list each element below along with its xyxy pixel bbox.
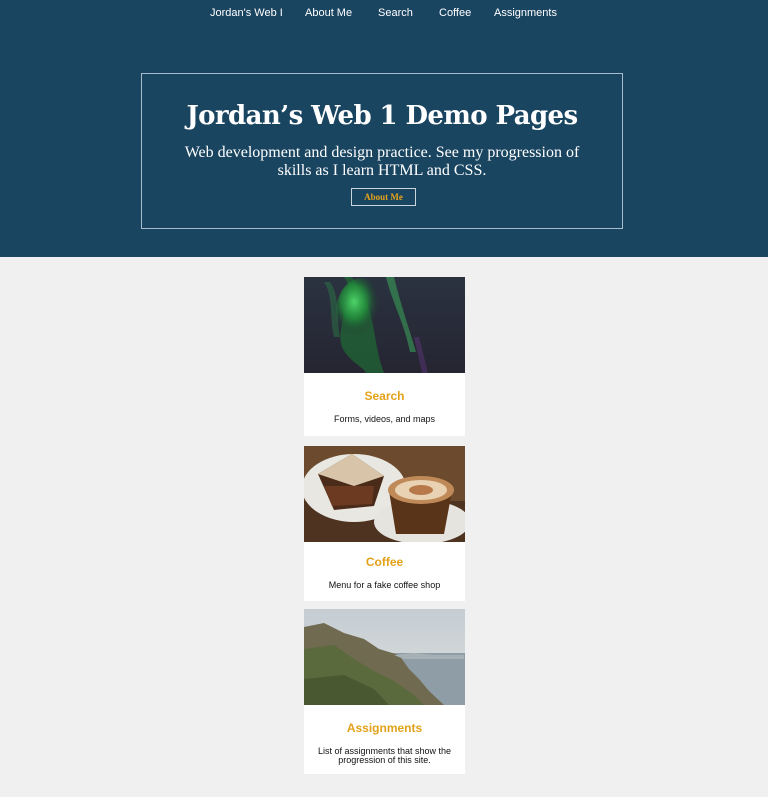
- card-search[interactable]: Search Forms, videos, and maps: [304, 277, 465, 436]
- hero-box: Jordan’s Web 1 Demo Pages Web developmen…: [141, 73, 623, 229]
- card-description: Menu for a fake coffee shop: [328, 580, 441, 590]
- nav-item-search[interactable]: Search: [378, 7, 413, 19]
- nav-item-coffee[interactable]: Coffee: [439, 7, 471, 19]
- hero-banner: Jordan's Web I About Me Search Coffee As…: [0, 0, 768, 257]
- latte-image: [304, 446, 465, 542]
- card-title[interactable]: Assignments: [304, 721, 465, 735]
- about-me-button[interactable]: About Me: [351, 188, 416, 206]
- nav-item-about-me[interactable]: About Me: [305, 7, 352, 19]
- nav-item-assignments[interactable]: Assignments: [494, 7, 557, 19]
- card-title[interactable]: Coffee: [304, 555, 465, 569]
- top-nav: Jordan's Web I About Me Search Coffee As…: [0, 7, 768, 21]
- hero-subtitle: Web development and design practice. See…: [184, 144, 580, 179]
- page-title: Jordan’s Web 1 Demo Pages: [186, 101, 578, 131]
- card-description: Forms, videos, and maps: [333, 414, 436, 424]
- aurora-image: [304, 277, 465, 373]
- coastline-image: [304, 609, 465, 705]
- card-assignments[interactable]: Assignments List of assignments that sho…: [304, 609, 465, 774]
- card-coffee[interactable]: Coffee Menu for a fake coffee shop: [304, 446, 465, 601]
- card-description: List of assignments that show the progre…: [317, 746, 452, 765]
- card-title[interactable]: Search: [304, 389, 465, 403]
- nav-item-home[interactable]: Jordan's Web I: [210, 7, 283, 19]
